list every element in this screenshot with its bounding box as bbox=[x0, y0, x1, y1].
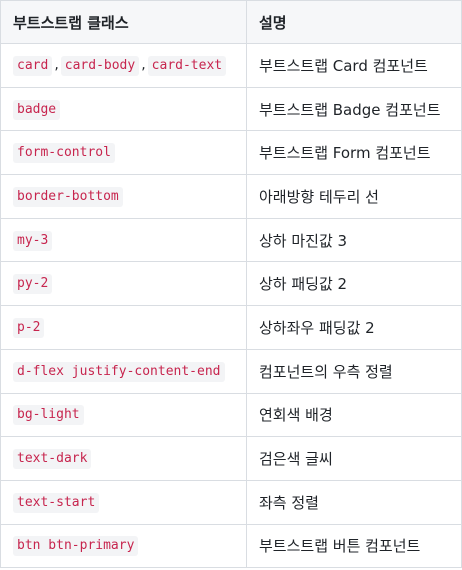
class-code: card bbox=[13, 55, 53, 76]
description-text: 연회색 배경 bbox=[259, 406, 333, 425]
class-code: badge bbox=[13, 99, 61, 120]
table-row: d-flex justify-content-end 컴포넌트의 우측 정렬 bbox=[0, 348, 462, 394]
table-row: p-2 상하좌우 패딩값 2 bbox=[0, 305, 462, 350]
class-separator: , bbox=[54, 56, 59, 73]
description-cell: 부트스트랩 Card 컴포넌트 bbox=[246, 43, 462, 88]
table-row: border-bottom 아래방향 테두리 선 bbox=[0, 174, 462, 219]
description-text: 검은색 글씨 bbox=[259, 450, 333, 469]
table-row: py-2 상하 패딩값 2 bbox=[0, 261, 462, 307]
class-code: text-dark bbox=[13, 449, 92, 470]
bootstrap-class-table: 부트스트랩 클래스 설명 card, card-body, card-text 부트스… bbox=[0, 0, 462, 569]
class-code: my-3 bbox=[13, 230, 53, 251]
description-cell: 컴포넌트의 우측 정렬 bbox=[246, 348, 462, 394]
description-text: 부트스트랩 Form 컴포넌트 bbox=[259, 144, 431, 163]
description-text: 컴포넌트의 우측 정렬 bbox=[259, 362, 393, 381]
description-cell: 상하좌우 패딩값 2 bbox=[246, 305, 462, 350]
description-cell: 연회색 배경 bbox=[246, 392, 462, 438]
class-cell: border-bottom bbox=[0, 174, 247, 219]
description-text: 아래방향 테두리 선 bbox=[259, 187, 379, 206]
table-row: my-3 상하 마진값 3 bbox=[0, 217, 462, 263]
class-cell: d-flex justify-content-end bbox=[0, 348, 247, 394]
table-row: text-dark 검은색 글씨 bbox=[0, 436, 462, 481]
class-code: text-start bbox=[13, 492, 100, 513]
table-row: form-control 부트스트랩 Form 컴포넌트 bbox=[0, 130, 462, 176]
description-text: 상하 마진값 3 bbox=[259, 231, 348, 250]
description-cell: 아래방향 테두리 선 bbox=[246, 174, 462, 219]
class-cell: form-control bbox=[0, 130, 247, 176]
class-code: d-flex justify-content-end bbox=[13, 361, 225, 382]
table-body: card, card-body, card-text 부트스트랩 Card 컴포넌트 b… bbox=[0, 43, 462, 569]
description-text: 부트스트랩 버튼 컴포넌트 bbox=[259, 537, 421, 556]
class-cell: my-3 bbox=[0, 217, 247, 263]
header-class-column: 부트스트랩 클래스 bbox=[0, 0, 247, 44]
class-code: bg-light bbox=[13, 405, 84, 426]
class-code: card-text bbox=[147, 55, 227, 76]
description-cell: 부트스트랩 Form 컴포넌트 bbox=[246, 130, 462, 176]
description-cell: 상하 마진값 3 bbox=[246, 217, 462, 263]
description-text: 상하좌우 패딩값 2 bbox=[259, 318, 375, 337]
table-row: text-start 좌측 정렬 bbox=[0, 479, 462, 525]
class-code: btn btn-primary bbox=[13, 536, 139, 557]
class-cell: text-dark bbox=[0, 436, 247, 481]
class-code: py-2 bbox=[13, 274, 53, 295]
class-cell: p-2 bbox=[0, 305, 247, 350]
class-cell: py-2 bbox=[0, 261, 247, 307]
class-cell: card, card-body, card-text bbox=[0, 43, 247, 88]
table-row: badge 부트스트랩 Badge 컴포넌트 bbox=[0, 86, 462, 132]
class-cell: badge bbox=[0, 86, 247, 132]
header-description-column: 설명 bbox=[246, 0, 462, 44]
description-cell: 부트스트랩 버튼 컴포넌트 bbox=[246, 523, 462, 569]
description-text: 부트스트랩 Card 컴포넌트 bbox=[259, 56, 428, 75]
class-code: border-bottom bbox=[13, 186, 123, 207]
table-row: card, card-body, card-text 부트스트랩 Card 컴포넌트 bbox=[0, 43, 462, 88]
description-text: 상하 패딩값 2 bbox=[259, 275, 348, 294]
class-code: p-2 bbox=[13, 317, 45, 338]
header-row: 부트스트랩 클래스 설명 bbox=[0, 0, 462, 44]
class-separator: , bbox=[141, 56, 146, 73]
description-cell: 부트스트랩 Badge 컴포넌트 bbox=[246, 86, 462, 132]
class-code: form-control bbox=[13, 143, 115, 164]
class-cell: text-start bbox=[0, 479, 247, 525]
table-header: 부트스트랩 클래스 설명 bbox=[0, 0, 462, 44]
description-cell: 좌측 정렬 bbox=[246, 479, 462, 525]
description-cell: 상하 패딩값 2 bbox=[246, 261, 462, 307]
description-cell: 검은색 글씨 bbox=[246, 436, 462, 481]
class-cell: btn btn-primary bbox=[0, 523, 247, 569]
class-code: card-body bbox=[60, 55, 140, 76]
description-text: 부트스트랩 Badge 컴포넌트 bbox=[259, 100, 441, 119]
description-text: 좌측 정렬 bbox=[259, 493, 319, 512]
class-cell: bg-light bbox=[0, 392, 247, 438]
table-row: btn btn-primary 부트스트랩 버튼 컴포넌트 bbox=[0, 523, 462, 569]
table-row: bg-light 연회색 배경 bbox=[0, 392, 462, 438]
